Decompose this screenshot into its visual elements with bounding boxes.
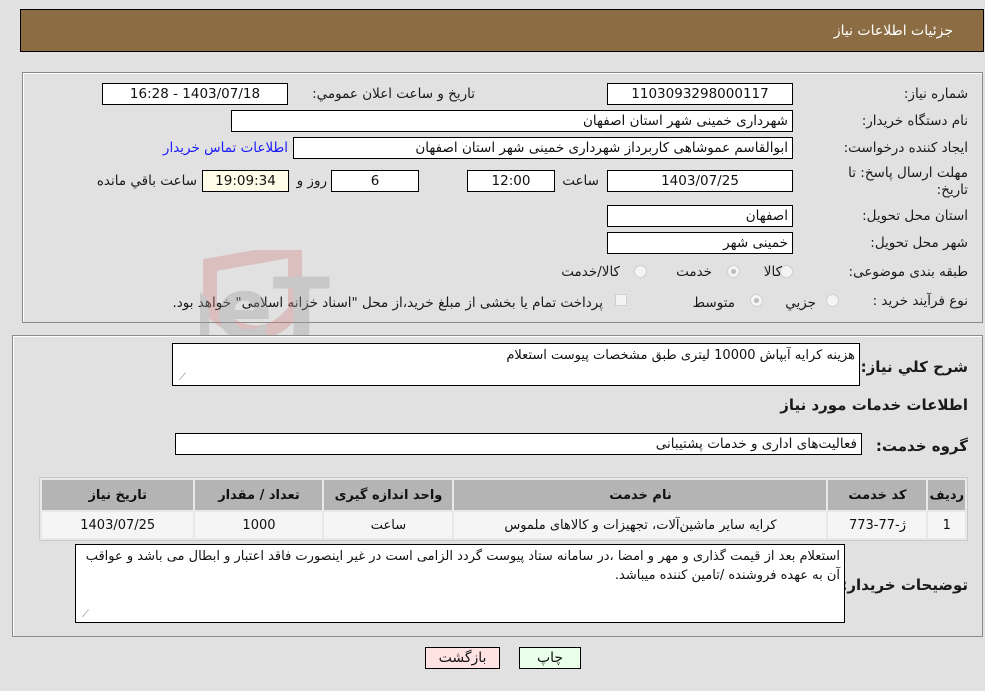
process-option-medium: متوسط — [692, 295, 735, 311]
category-option-goods-service: کالا/خدمت — [561, 264, 620, 280]
process-option-minor: جزيي — [785, 295, 816, 311]
process-radio-medium[interactable] — [750, 294, 763, 307]
category-radio-service[interactable] — [727, 265, 740, 278]
col-header-service-code: کد خدمت — [828, 480, 927, 510]
cell-unit: ساعت — [324, 512, 453, 538]
remaining-time-field: 19:09:34 — [202, 170, 289, 192]
announce-date-field[interactable]: 1403/07/18 - 16:28 — [102, 83, 288, 105]
print-button[interactable]: چاپ — [519, 647, 581, 669]
buyer-notes-text: استعلام بعد از قیمت گذاری و مهر و امضا ،… — [85, 549, 840, 583]
deadline-label: مهلت ارسال پاسخ: تا تاریخ: — [848, 165, 968, 198]
announce-date-label: تاریخ و ساعت اعلان عمومي: — [312, 86, 475, 102]
col-header-row-number: ردیف — [928, 480, 965, 510]
cell-quantity: 1000 — [195, 512, 323, 538]
services-section-title: اطلاعات خدمات مورد نیاز — [780, 396, 968, 414]
category-radio-goods-service[interactable] — [634, 265, 647, 278]
buyer-org-label: نام دستگاه خریدار: — [861, 113, 968, 129]
summary-text: هزینه کرایه آبپاش 10000 لیتری طبق مشخصات… — [506, 348, 855, 363]
service-group-field[interactable]: فعالیت‌های اداری و خدمات پشتیبانی — [175, 433, 862, 455]
cell-row-number: 1 — [928, 512, 965, 538]
need-number-label: شماره نیاز: — [903, 86, 968, 102]
city-field[interactable]: خمینی شهر — [607, 232, 793, 254]
creator-label: ایجاد کننده درخواست: — [843, 140, 968, 156]
summary-label: شرح كلي نياز: — [860, 358, 968, 376]
cell-service-code: ژ-77-773 — [828, 512, 927, 538]
back-button[interactable]: بازگشت — [425, 647, 500, 669]
col-header-unit: واحد اندازه گیری — [324, 480, 453, 510]
cell-service-name: کرایه سایر ماشین‌آلات، تجهیزات و کالاهای… — [454, 512, 827, 538]
col-header-quantity: تعداد / مقدار — [195, 480, 323, 510]
days-label: روز و — [296, 173, 327, 189]
buyer-notes-textarea[interactable]: استعلام بعد از قیمت گذاری و مهر و امضا ،… — [75, 544, 845, 623]
province-field[interactable]: اصفهان — [607, 205, 793, 227]
services-table: ردیف کد خدمت نام خدمت واحد اندازه گیری ت… — [39, 477, 968, 541]
treasury-note: پرداخت تمام یا بخشی از مبلغ خرید،از محل … — [172, 295, 603, 311]
category-option-service: خدمت — [676, 264, 712, 280]
province-label: استان محل تحویل: — [862, 208, 968, 224]
deadline-time-label: ساعت — [562, 173, 599, 189]
buyer-notes-label: توضیحات خریدار: — [841, 576, 968, 594]
creator-field[interactable]: ابوالقاسم عموشاهی کاربرداز شهرداری خمینی… — [293, 137, 793, 159]
process-label: نوع فرآیند خرید : — [872, 293, 968, 309]
resize-grip-icon[interactable]: ⟋ — [79, 610, 89, 620]
need-number-field[interactable]: 1103093298000117 — [607, 83, 793, 105]
page-title: جزئیات اطلاعات نیاز — [833, 23, 953, 39]
resize-grip-icon[interactable]: ⟋ — [176, 373, 186, 383]
category-option-goods: کالا — [763, 264, 782, 280]
table-header-row: ردیف کد خدمت نام خدمت واحد اندازه گیری ت… — [42, 480, 965, 510]
remaining-time-label: ساعت باقي مانده — [96, 173, 197, 189]
city-label: شهر محل تحویل: — [870, 235, 968, 251]
col-header-need-date: تاریخ نیاز — [42, 480, 194, 510]
deadline-date-field[interactable]: 1403/07/25 — [607, 170, 793, 192]
category-label: طبقه بندی موضوعی: — [848, 264, 968, 280]
buyer-org-field[interactable]: شهرداری خمینی شهر استان اصفهان — [231, 110, 793, 132]
col-header-service-name: نام خدمت — [454, 480, 827, 510]
table-row: 1 ژ-77-773 کرایه سایر ماشین‌آلات، تجهیزا… — [42, 512, 965, 538]
process-radio-minor[interactable] — [826, 294, 839, 307]
treasury-checkbox[interactable] — [615, 294, 627, 306]
days-remaining-field[interactable]: 6 — [331, 170, 419, 192]
deadline-time-field[interactable]: 12:00 — [467, 170, 555, 192]
page-header: جزئیات اطلاعات نیاز — [20, 9, 984, 52]
summary-textarea[interactable]: هزینه کرایه آبپاش 10000 لیتری طبق مشخصات… — [172, 343, 860, 386]
service-group-label: گروه خدمت: — [875, 437, 968, 455]
cell-need-date: 1403/07/25 — [42, 512, 194, 538]
buyer-contact-link[interactable]: اطلاعات تماس خریدار — [163, 140, 288, 156]
